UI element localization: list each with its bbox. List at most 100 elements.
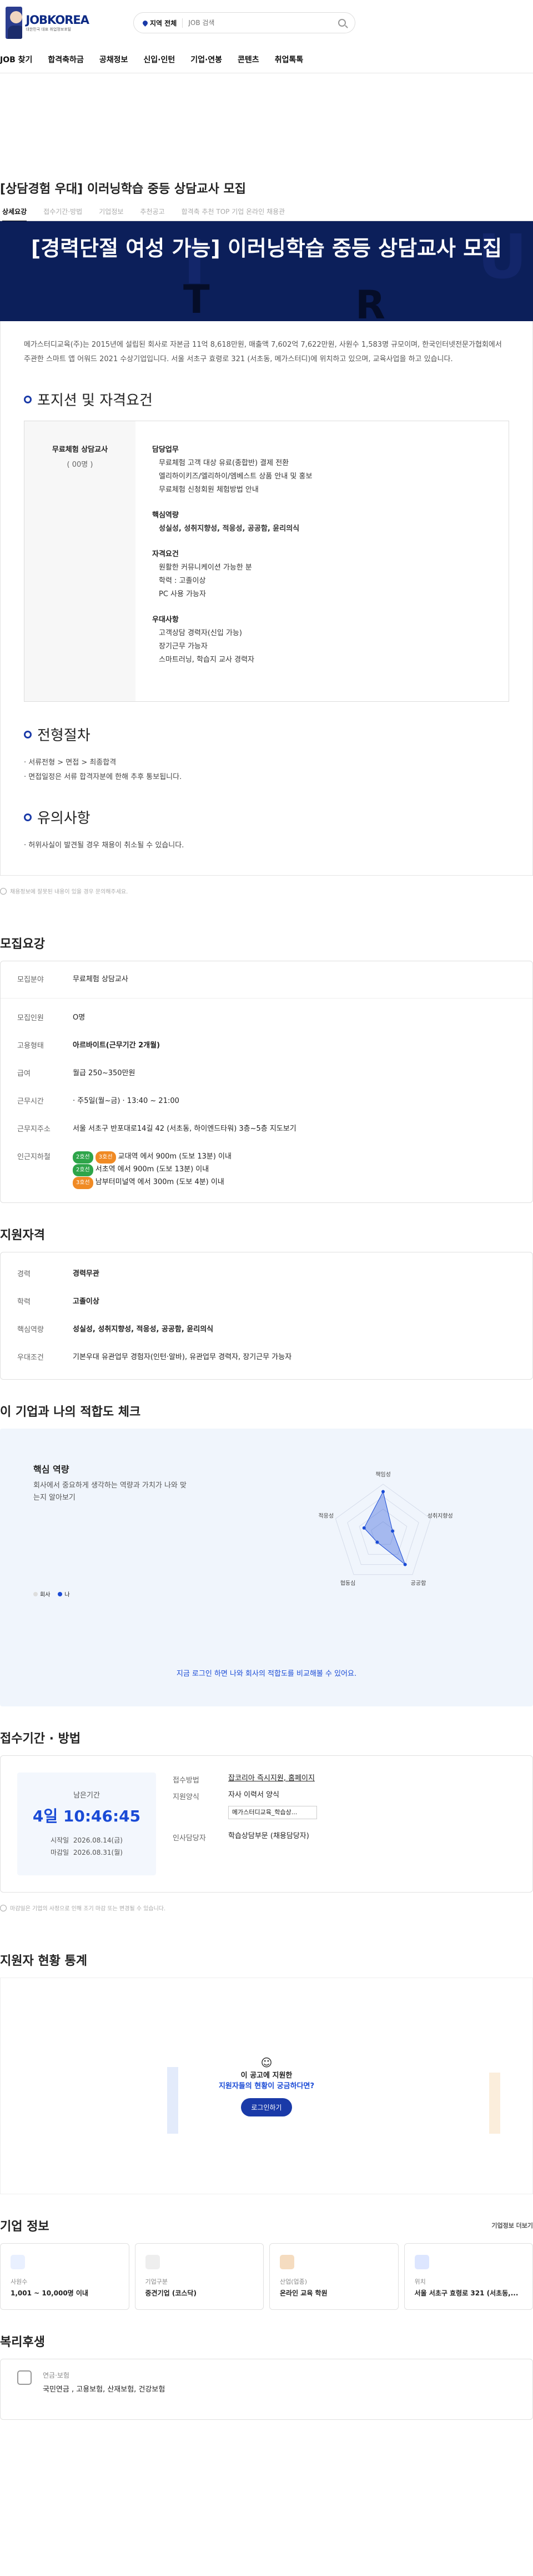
nav-contents[interactable]: 콘텐츠: [238, 54, 259, 65]
company-value: 중견기업 (코스닥): [145, 2289, 197, 2297]
line-badge: 3호선: [95, 1151, 116, 1164]
report-link[interactable]: 채용정보에 잘못된 내용이 있을 경우 문의해주세요.: [10, 887, 128, 895]
fit-footer[interactable]: 지금 로그인 하면 나와 회사의 적합도를 비교해볼 수 있어요.: [0, 1668, 533, 1678]
welfare-label: 연금·보험: [43, 2372, 69, 2379]
radar-axis-label: 책임성: [375, 1471, 391, 1478]
radar-point: [391, 1529, 395, 1533]
apply-key: 인사담당자: [173, 1834, 206, 1843]
jobkorea-logo[interactable]: JOBKOREA 대한민국 대표 취업정보포털: [6, 6, 89, 39]
start-label: 시작일: [51, 1836, 69, 1844]
company-box-industry: 산업(업종) 온라인 교육 학원: [269, 2243, 399, 2310]
summary-key: 급여: [17, 1070, 31, 1078]
summary-value: · 주5일(월~금) · 13:40 ~ 21:00: [73, 1097, 179, 1105]
summary-key: 모집분야: [17, 976, 44, 984]
core-title: 핵심역량: [152, 511, 179, 520]
logo-image: [6, 7, 23, 39]
position-count: ( 00명 ): [67, 461, 93, 469]
job-title: [상담경험 우대] 이러닝학습 중등 상담교사 모집: [0, 182, 246, 196]
summary-value: 아르바이트(근무기간 2개월): [73, 1041, 160, 1050]
tab-recommend[interactable]: 추천공고: [140, 207, 164, 216]
job-detail: 메가스터디교육(주)는 2015년에 설립된 회사로 자본금 11억 8,618…: [0, 321, 533, 876]
summary-key: 근무시간: [17, 1097, 44, 1106]
start-date: 2026.08.14(금): [73, 1836, 123, 1844]
tab-detail[interactable]: 상세요강: [2, 207, 27, 222]
company-box-location: 위치 서울 서초구 효령로 321 (서초동,...: [404, 2243, 533, 2310]
search-bar: 지역 전체: [133, 12, 355, 33]
company-label: 기업구분: [145, 2278, 168, 2285]
company-value: 온라인 교육 학원: [280, 2289, 328, 2297]
banner-letter-t: T: [183, 277, 210, 321]
welfare-value: 국민연금 , 고용보험, 산재보험, 건강보험: [43, 2385, 165, 2394]
qualify-key: 우대조건: [17, 1354, 44, 1362]
station-text: 교대역 에서 900m (도보 13분) 이내: [118, 1152, 232, 1161]
login-button[interactable]: 로그인하기: [241, 2098, 292, 2116]
qualify-heading: 지원자격: [0, 1229, 45, 1242]
radar-point: [381, 1490, 385, 1494]
company-label: 사원수: [11, 2278, 28, 2285]
nav-job-search[interactable]: JOB 찾기: [0, 54, 32, 65]
summary-heading: 모집요강: [0, 937, 45, 951]
main-nav: JOB 찾기 합격축하금 공채정보 신입·인턴 기업·연봉 콘텐츠 취업톡톡: [0, 46, 533, 73]
line-badge: 3호선: [73, 1177, 93, 1189]
header: JOBKOREA 대한민국 대표 취업정보포털 지역 전체: [0, 0, 533, 46]
station-row: 2호선 3호선 교대역 에서 900m (도보 13분) 이내: [73, 1151, 516, 1164]
qualify-value: 성실성, 성취지향성, 적응성, 공공함, 윤리의식: [73, 1325, 214, 1334]
briefcase-icon: [280, 2255, 294, 2269]
job-tabs: 상세요강 접수기간·방법 기업정보 추천공고 합격축 추천 TOP 기업 온라인…: [0, 202, 533, 222]
radar-axis-label: 성취지향성: [428, 1513, 453, 1520]
fit-heading: 이 기업과 나의 적합도 체크: [0, 1405, 141, 1419]
company-info: 사원수 1,001 ~ 10,000명 이내 기업구분 중견기업 (코스닥) 산업(…: [0, 2243, 533, 2310]
section-bullet-icon: [24, 395, 32, 403]
brand-slogan: 대한민국 대표 취업정보포털: [26, 27, 72, 32]
apply-value[interactable]: 잡코리아 즉시지원, 홈페이지: [228, 1773, 516, 1789]
building-icon: [145, 2255, 160, 2269]
company-heading: 기업 정보: [0, 2220, 49, 2234]
nav-open-recruit[interactable]: 공채정보: [99, 54, 128, 65]
apply-key: 지원양식: [173, 1793, 199, 1801]
job-banner: I T R U [경력단절 여성 가능] 이러닝학습 중등 상담교사 모집: [0, 221, 533, 321]
nav-talk[interactable]: 취업톡톡: [275, 54, 304, 65]
summary-key: 고용형태: [17, 1042, 44, 1050]
banner-title: [경력단절 여성 가능] 이러닝학습 중등 상담교사 모집: [31, 236, 502, 261]
region-select[interactable]: 지역 전체: [142, 18, 183, 28]
pref-item: 고객상담 경력자(신입 가능): [159, 629, 242, 637]
fit-title: 핵심 역량: [33, 1464, 69, 1475]
line-badge: 2호선: [73, 1151, 93, 1164]
radar-point: [375, 1540, 379, 1544]
apply-value: 학습상담부문 (채용담당자): [228, 1832, 309, 1840]
info-icon: [0, 1904, 7, 1911]
duty-item: 무료체험 고객 대상 유료(종합반) 결제 전환: [159, 459, 289, 467]
nav-new-intern[interactable]: 신입·인턴: [143, 54, 175, 65]
remain-label: 남은기간: [73, 1791, 100, 1800]
qualify-key: 핵심역량: [17, 1326, 44, 1334]
apply-heading: 접수기간 · 방법: [0, 1732, 81, 1746]
radar-point: [362, 1526, 366, 1530]
search-icon[interactable]: [338, 19, 346, 27]
qualify-card: 경력 경력무관 학력 고졸이상 핵심역량 성실성, 성취지향성, 적응성, 공공함, …: [0, 1252, 533, 1380]
summary-key: 모집인원: [17, 1014, 44, 1022]
search-input[interactable]: [183, 19, 338, 27]
stats-panel: ☺ 이 공고에 지원한 지원자들의 현황이 궁금하다면? 로그인하기: [0, 1978, 533, 2194]
remain-value: 4일 10:46:45: [32, 1807, 141, 1825]
qualify-value: 경력무관: [73, 1270, 99, 1278]
nav-company-salary[interactable]: 기업·연봉: [190, 54, 222, 65]
tab-company-info[interactable]: 기업정보: [99, 207, 123, 216]
company-intro: 메가스터디교육(주)는 2015년에 설립된 회사로 자본금 11억 8,618…: [24, 341, 502, 363]
nav-pass-reward[interactable]: 합격축하금: [48, 54, 83, 65]
section-bullet-icon: [24, 730, 32, 738]
location-pin-icon: [414, 2255, 429, 2269]
radar-point: [403, 1562, 407, 1566]
summary-value: O명: [73, 1014, 86, 1022]
line-badge: 2호선: [73, 1164, 93, 1176]
stats-heading: 지원자 현황 통계: [0, 1954, 87, 1968]
brand-name: JOBKOREA: [26, 13, 89, 27]
company-more-link[interactable]: 기업정보 더보기: [491, 2221, 533, 2230]
summary-value: 서울 서초구 반포대로14길 42 (서초동, 하이엔드타워) 3층~5층 지도…: [73, 1125, 296, 1133]
duty-title: 담당업무: [152, 446, 179, 454]
apply-card: 남은기간 4일 10:46:45 시작일 2026.08.14(금) 마감일 2…: [0, 1755, 533, 1893]
fit-radar-chart: 책임성성취지향성공공함 협동심 적응성: [318, 1471, 453, 1586]
tab-apply-period[interactable]: 접수기간·방법: [43, 207, 82, 216]
download-form-button[interactable]: 메가스터디교육_학습상...: [228, 1806, 317, 1819]
tab-top-company[interactable]: 합격축 추천 TOP 기업 온라인 채용관: [182, 207, 285, 216]
duty-item: 무료체험 신청회원 체험방법 안내: [159, 486, 259, 494]
